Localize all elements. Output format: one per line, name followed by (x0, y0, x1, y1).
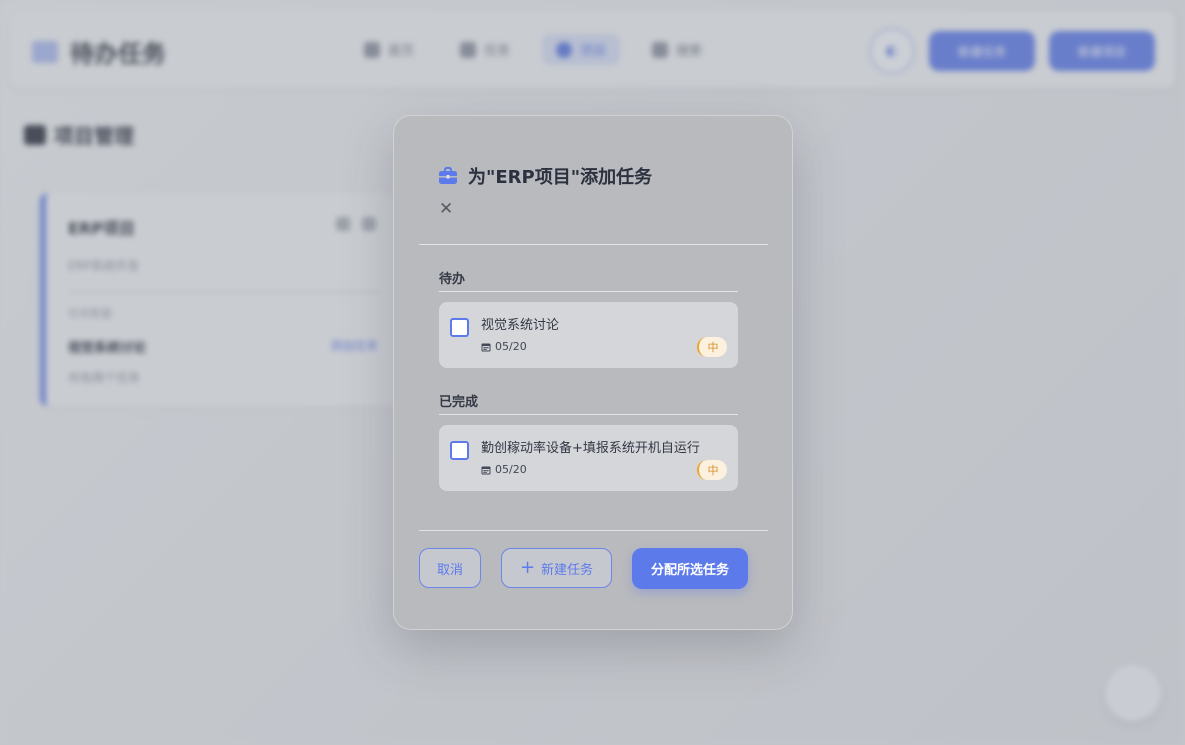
task-date-text: 05/20 (495, 340, 527, 353)
new-task-button[interactable]: + 新建任务 (501, 548, 612, 588)
task-date: 05/20 (481, 463, 527, 476)
priority-badge: 中 (697, 337, 727, 357)
task-card[interactable]: 视觉系统讨论 05/20 中 (439, 302, 738, 368)
modal-title: 为"ERP项目"添加任务 (468, 167, 653, 188)
task-title: 视觉系统讨论 (481, 318, 560, 333)
plus-icon: + (519, 557, 536, 578)
assign-selected-button[interactable]: 分配所选任务 (632, 548, 748, 589)
calendar-icon (481, 466, 491, 474)
task-date: 05/20 (481, 340, 527, 353)
task-card[interactable]: 勤创稼动率设备+填报系统开机自运行 05/20 中 (439, 425, 738, 491)
cancel-button[interactable]: 取消 (419, 548, 481, 588)
modal-header: 为"ERP项目"添加任务 (438, 163, 652, 189)
header-divider (419, 244, 768, 245)
close-icon[interactable]: ✕ (439, 201, 455, 218)
briefcase-icon (439, 167, 457, 184)
group-label-todo: 待办 (439, 272, 466, 287)
new-task-button-label: 新建任务 (541, 562, 594, 578)
task-date-text: 05/20 (495, 463, 527, 476)
group-label-done: 已完成 (439, 395, 479, 410)
add-task-modal: 为"ERP项目"添加任务 ✕ 待办 视觉系统讨论 05/20 中 已完成 勤创稼… (393, 115, 793, 630)
task-title: 勤创稼动率设备+填报系统开机自运行 (481, 441, 700, 456)
footer-divider (419, 530, 768, 531)
task-checkbox[interactable] (450, 441, 469, 460)
task-checkbox[interactable] (450, 318, 469, 337)
priority-badge: 中 (697, 460, 727, 480)
group-divider (439, 414, 738, 415)
calendar-icon (481, 343, 491, 351)
group-divider (439, 291, 738, 292)
